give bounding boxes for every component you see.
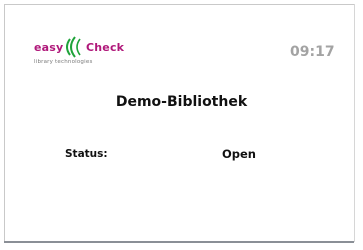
signal-waves-icon <box>66 36 81 58</box>
library-title: Demo-Bibliothek <box>115 94 248 110</box>
clock-time: 09:17 <box>290 44 335 60</box>
status-label: Status: <box>65 148 108 160</box>
bottom-divider <box>4 241 354 243</box>
easycheck-logo: easy Check library technologies <box>34 36 144 70</box>
logo-tagline: library technologies <box>34 59 93 65</box>
logo-word-easy: easy <box>34 41 64 54</box>
right-divider <box>354 4 355 242</box>
logo-word-check: Check <box>86 41 125 54</box>
status-value: Open <box>222 147 256 161</box>
